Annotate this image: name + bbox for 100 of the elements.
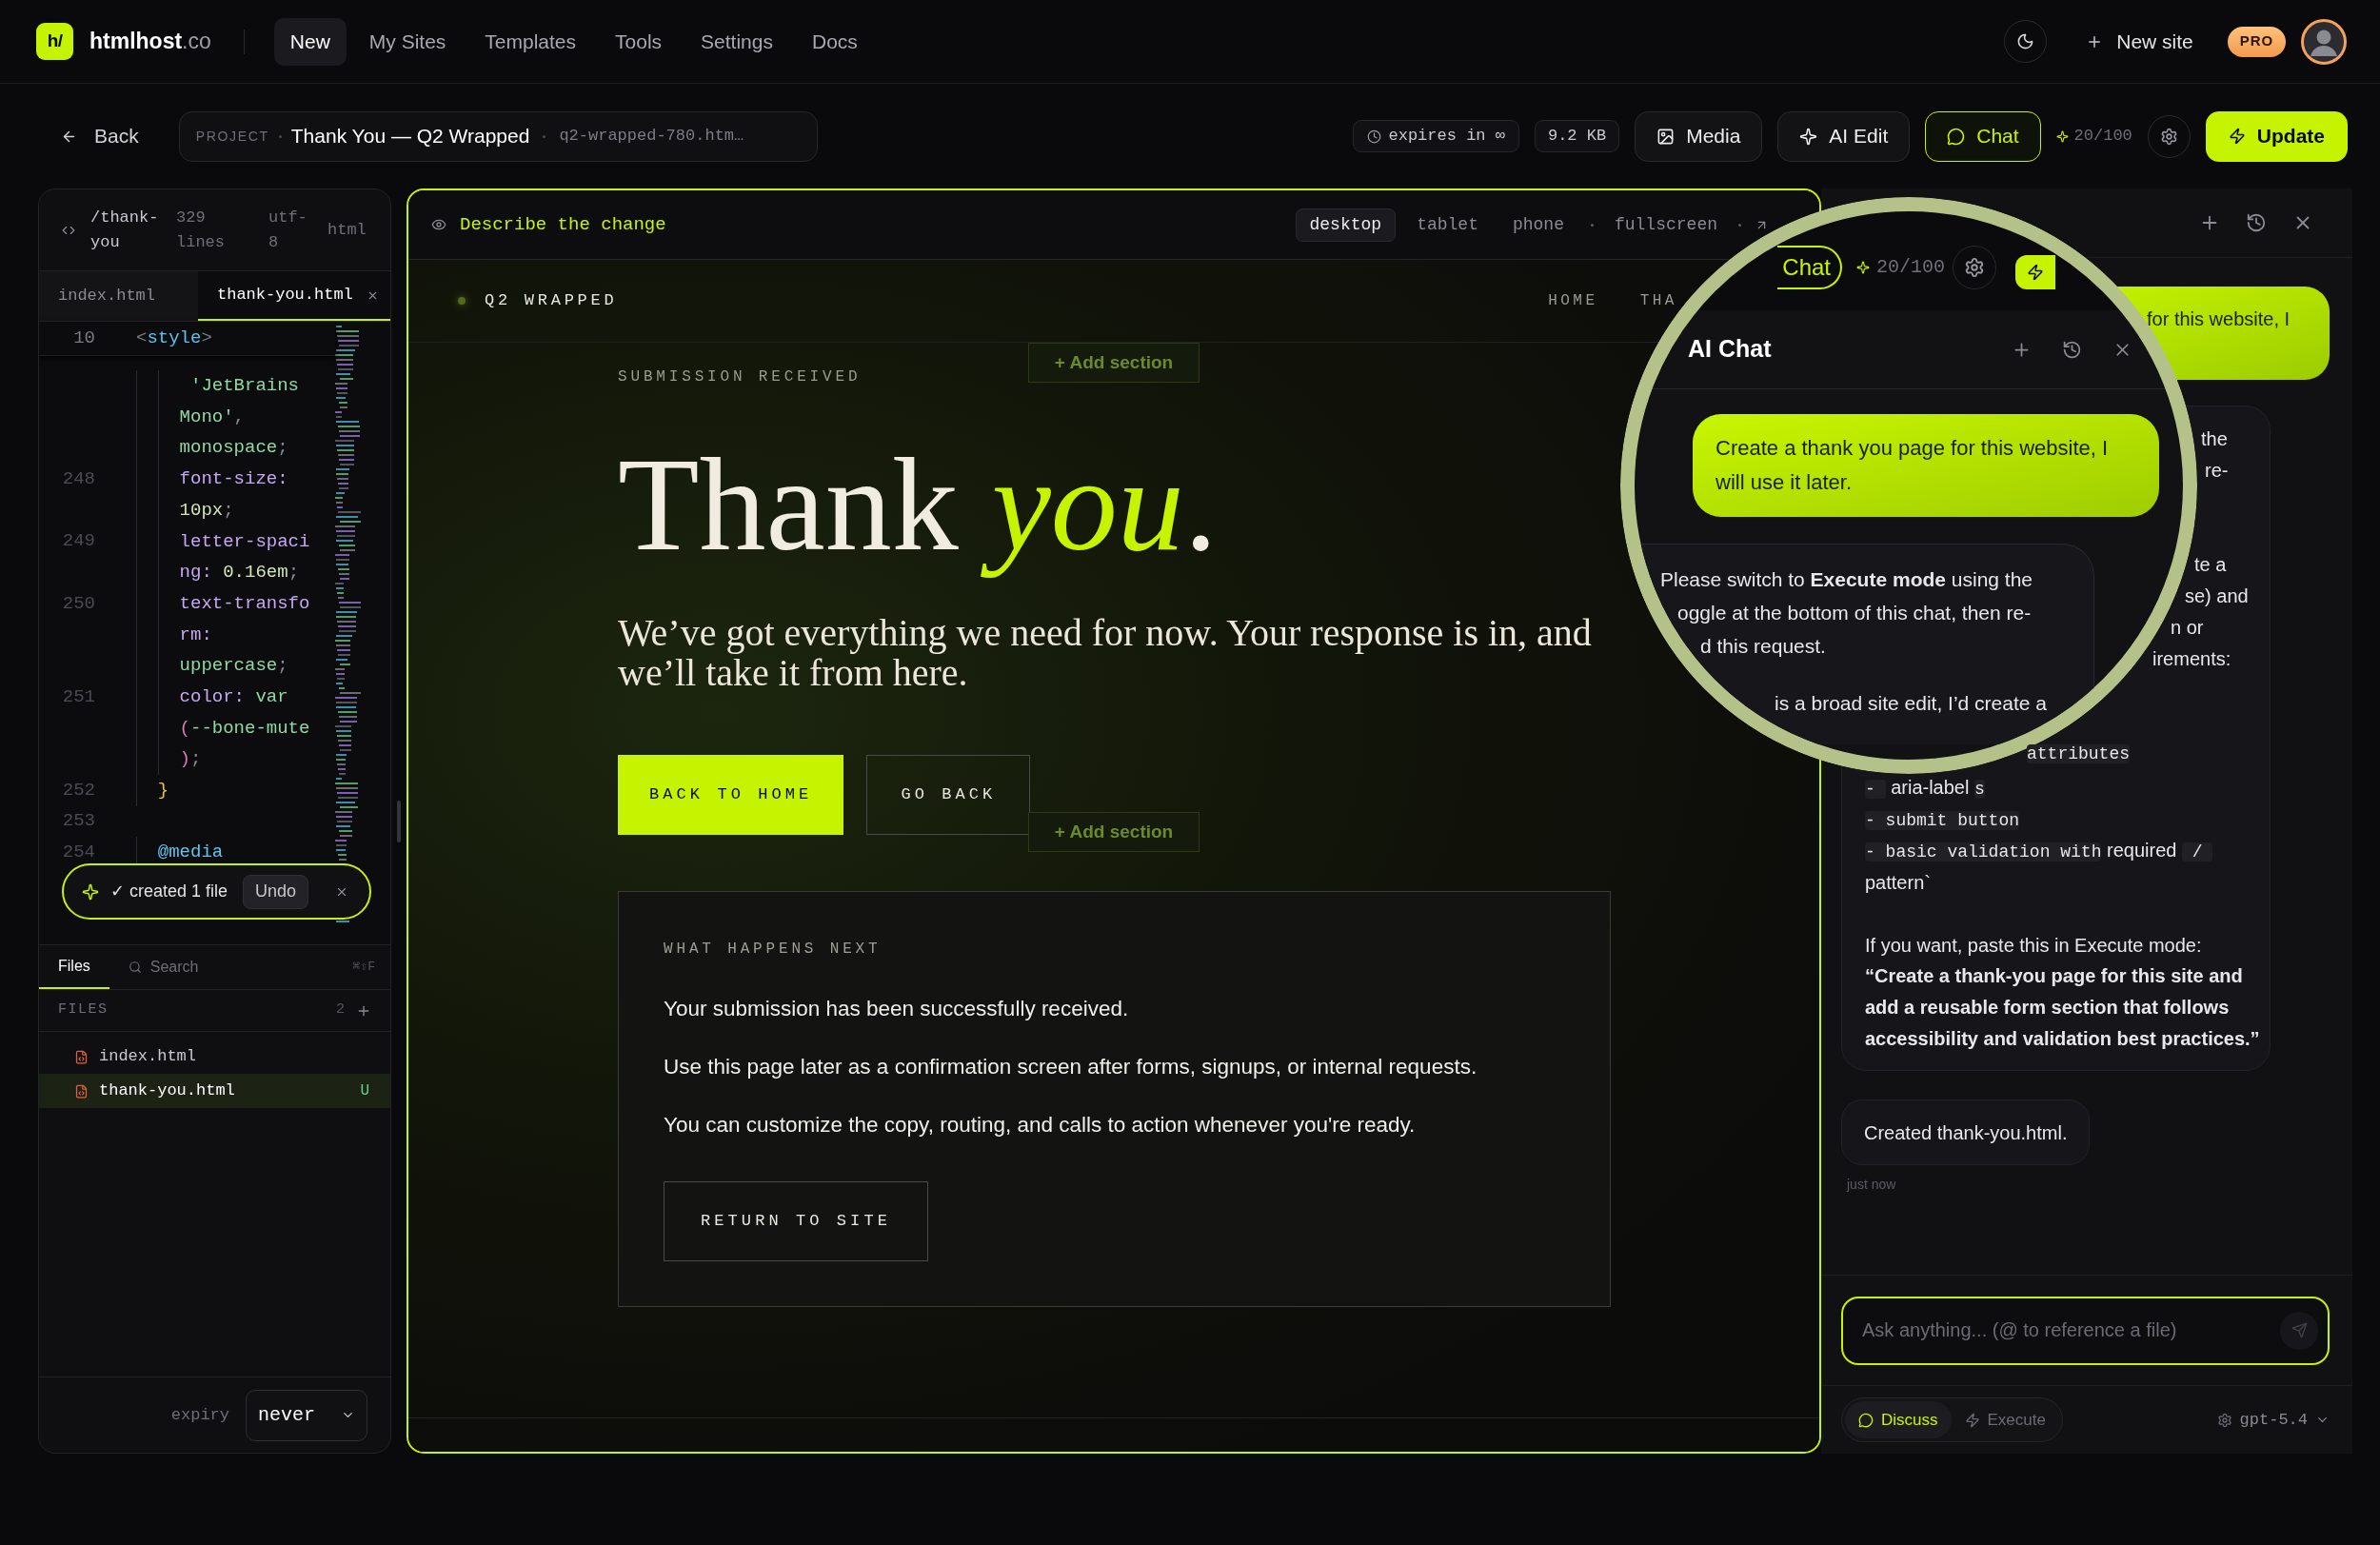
lead-text: We’ve got everything we need for now. Your response is in, and we’ll take it from here. bbox=[618, 613, 1593, 693]
message-text: is a broad site edit, I’d create a bbox=[1775, 691, 2047, 716]
file-tab[interactable]: thank-you.html bbox=[198, 271, 390, 321]
site-nav-link[interactable]: HOME bbox=[1548, 289, 1598, 312]
mode-button[interactable]: Discuss bbox=[1845, 1401, 1952, 1438]
code-line: rm: bbox=[179, 623, 212, 647]
toast-message: ✓ created 1 file bbox=[110, 881, 228, 902]
message-text: te a bbox=[2194, 552, 2227, 577]
nav-tab[interactable]: My Sites bbox=[352, 17, 463, 66]
return-button[interactable]: RETURN TO SITE bbox=[664, 1181, 928, 1261]
message-text: for this website, I bbox=[2147, 308, 2291, 329]
image-icon bbox=[1656, 127, 1676, 146]
toolbar-button[interactable]: Media bbox=[1635, 110, 1763, 162]
line-number: 10 bbox=[73, 329, 95, 347]
sparkle-icon bbox=[1856, 261, 1870, 274]
message-text: Please switch to Execute mode using the bbox=[1660, 567, 2033, 592]
message-text: irements: bbox=[2152, 646, 2231, 671]
code-line: monospace; bbox=[179, 436, 288, 461]
project-name: Thank You — Q2 Wrapped bbox=[290, 124, 530, 149]
eye-icon bbox=[431, 217, 446, 232]
file-name: thank-you.html bbox=[99, 1080, 235, 1102]
credits-counter: 20/100 bbox=[2073, 126, 2132, 148]
panel-tab[interactable]: Search bbox=[109, 945, 218, 989]
code-line: ); bbox=[179, 747, 202, 772]
panel-title: AI Chat bbox=[1688, 334, 1772, 365]
describe-change-link[interactable]: Describe the change bbox=[460, 210, 666, 239]
fullscreen-button[interactable]: fullscreen bbox=[1606, 208, 1725, 242]
project-pill[interactable]: PROJECT Thank You — Q2 Wrapped q2-wrapped-780.htm… bbox=[178, 110, 818, 162]
back-button[interactable]: Back bbox=[38, 110, 162, 162]
lightning-icon bbox=[2027, 264, 2044, 281]
line-number: 252 bbox=[62, 781, 95, 800]
lightning-icon bbox=[1964, 1412, 1980, 1428]
search-icon bbox=[128, 961, 142, 974]
nav-tab[interactable]: Tools bbox=[599, 17, 679, 66]
sparkle-icon bbox=[82, 882, 99, 901]
file-row[interactable]: index.html bbox=[39, 1040, 390, 1074]
file-name: q2-wrapped-780.htm… bbox=[559, 126, 744, 148]
lightning-button[interactable] bbox=[2015, 255, 2055, 289]
history-icon[interactable] bbox=[2246, 212, 2267, 233]
line-count: 329 lines bbox=[176, 207, 226, 253]
chat-bubble-icon bbox=[1947, 127, 1966, 146]
line-number: 253 bbox=[62, 812, 95, 831]
code-line: (--bone-mute bbox=[179, 716, 310, 741]
message-text: Created thank-you.html. bbox=[1864, 1120, 2068, 1145]
code-line: 'JetBrains bbox=[190, 374, 299, 399]
line-number: 251 bbox=[62, 687, 95, 706]
chat-input-field[interactable]: Ask anything... (@ to reference a file) bbox=[1841, 1296, 2330, 1365]
code-line: Mono', bbox=[179, 405, 245, 429]
timestamp: just now bbox=[1845, 1176, 1897, 1194]
device-tab[interactable]: phone bbox=[1498, 208, 1577, 242]
brand-name: htmlhost.co bbox=[89, 28, 211, 56]
undo-button[interactable]: Undo bbox=[243, 874, 309, 909]
lightning-icon bbox=[2228, 128, 2246, 145]
message-text: “Create a thank-you page for this site and add a reusable form section that follows accessibility and validation best practices.” bbox=[1865, 964, 2261, 1051]
add-section-button[interactable]: + Add section bbox=[1028, 812, 1200, 852]
history-icon[interactable] bbox=[2062, 339, 2082, 360]
update-button[interactable]: Update bbox=[2205, 110, 2348, 162]
new-site-button[interactable]: New site bbox=[2073, 20, 2207, 63]
message-text: re- bbox=[2205, 458, 2229, 483]
expiry-dropdown[interactable]: never bbox=[246, 1389, 367, 1441]
settings-icon bbox=[2159, 127, 2178, 146]
nav-tab[interactable]: Settings bbox=[684, 17, 789, 66]
file-tab[interactable]: index.html bbox=[39, 271, 198, 321]
nav-tab[interactable]: Templates bbox=[468, 17, 593, 66]
toolbar-button[interactable]: Chat bbox=[1925, 110, 2041, 162]
nav-tab[interactable]: New bbox=[273, 17, 347, 66]
message-text: Create a thank you page for this website, I will use it later. bbox=[1716, 435, 2110, 496]
code-line: @media bbox=[157, 841, 224, 865]
add-section-button[interactable]: + Add section bbox=[1028, 343, 1200, 383]
file-name: index.html bbox=[99, 1046, 197, 1068]
secondary-button[interactable]: GO BACK bbox=[866, 755, 1031, 835]
logo[interactable]: h/ bbox=[36, 23, 73, 60]
message-text: pattern` bbox=[1865, 870, 1931, 895]
send-icon bbox=[2291, 1322, 2308, 1338]
site-nav-link[interactable]: THA bbox=[1639, 289, 1677, 312]
file-row[interactable]: thank-you.html U bbox=[39, 1074, 390, 1108]
message-text: the bbox=[2201, 426, 2228, 451]
sparkle-icon bbox=[2055, 129, 2069, 143]
device-tab[interactable]: desktop bbox=[1295, 208, 1397, 242]
card-paragraph: You can customize the copy, routing, and calls to action whenever you're ready. bbox=[664, 1112, 1417, 1139]
moon-icon bbox=[2016, 32, 2035, 50]
settings-icon bbox=[1964, 257, 1985, 278]
device-tab[interactable]: tablet bbox=[1403, 208, 1492, 242]
size-pill: 9.2 KB bbox=[1534, 120, 1620, 152]
toolbar-button[interactable]: AI Edit bbox=[1777, 110, 1911, 162]
project-label: PROJECT bbox=[195, 127, 269, 146]
message-text: oggle at the bottom of this chat, then re- bbox=[1677, 601, 2032, 625]
chat-button[interactable]: Chat bbox=[1777, 246, 1842, 289]
message-text: - submit button bbox=[1865, 809, 2020, 832]
eyebrow-text: SUBMISSION RECEIVED bbox=[618, 367, 862, 386]
panel-tab[interactable]: Files bbox=[39, 945, 109, 989]
card-paragraph: Use this page later as a confirmation screen after forms, signups, or internal requests. bbox=[664, 1054, 1478, 1080]
resize-handle[interactable] bbox=[397, 800, 401, 842]
code-line: } bbox=[157, 779, 169, 803]
primary-button[interactable]: BACK TO HOME bbox=[618, 755, 844, 835]
nav-tab[interactable]: Docs bbox=[795, 17, 874, 66]
user-avatar-icon[interactable] bbox=[2301, 18, 2347, 65]
model-selector[interactable]: gpt-5.4 bbox=[2216, 1407, 2330, 1433]
settings-icon bbox=[2216, 1412, 2232, 1428]
code-line: font-size: bbox=[179, 467, 288, 492]
